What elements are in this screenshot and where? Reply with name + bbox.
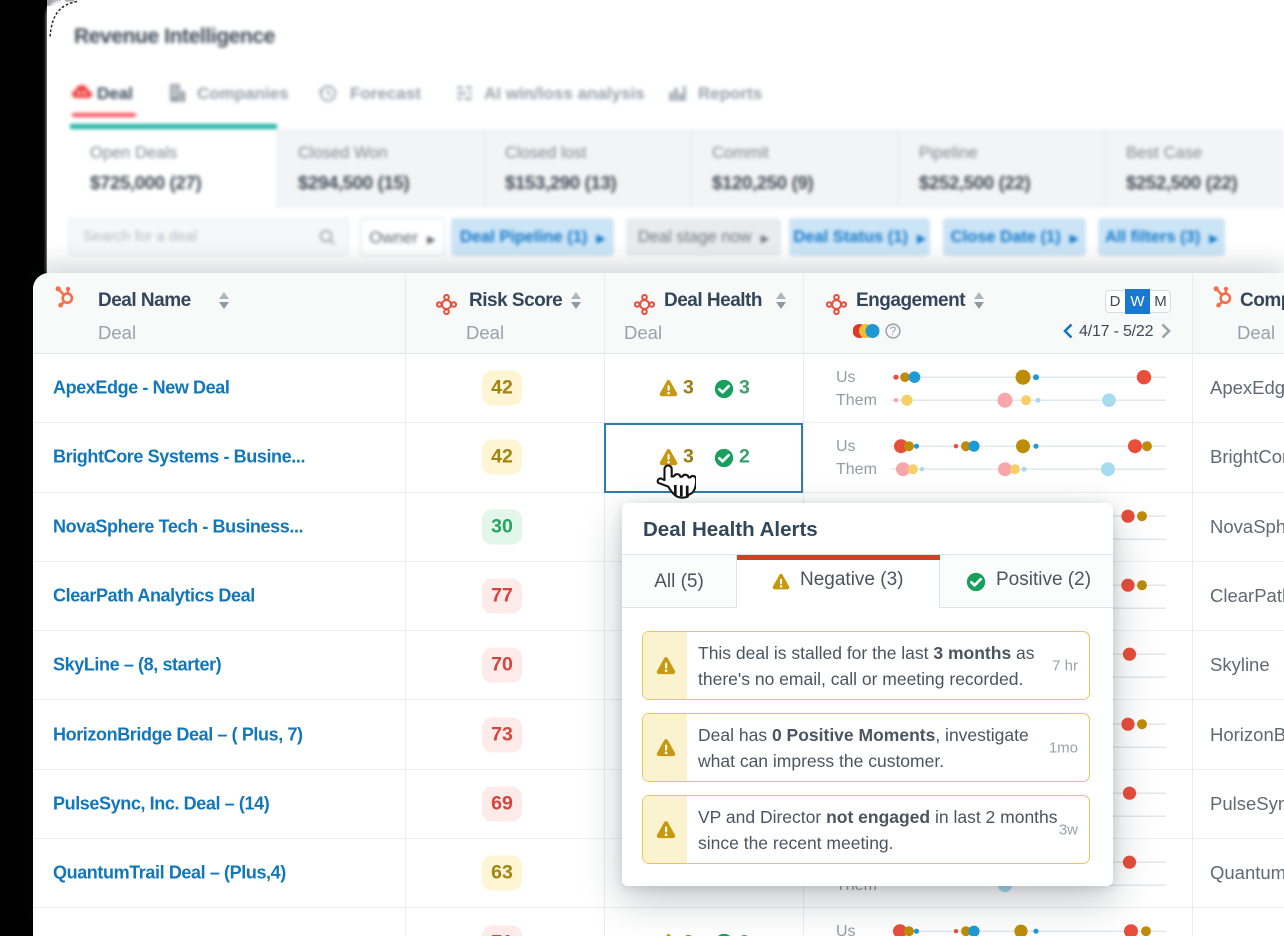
svg-text:?: ? — [890, 326, 896, 338]
